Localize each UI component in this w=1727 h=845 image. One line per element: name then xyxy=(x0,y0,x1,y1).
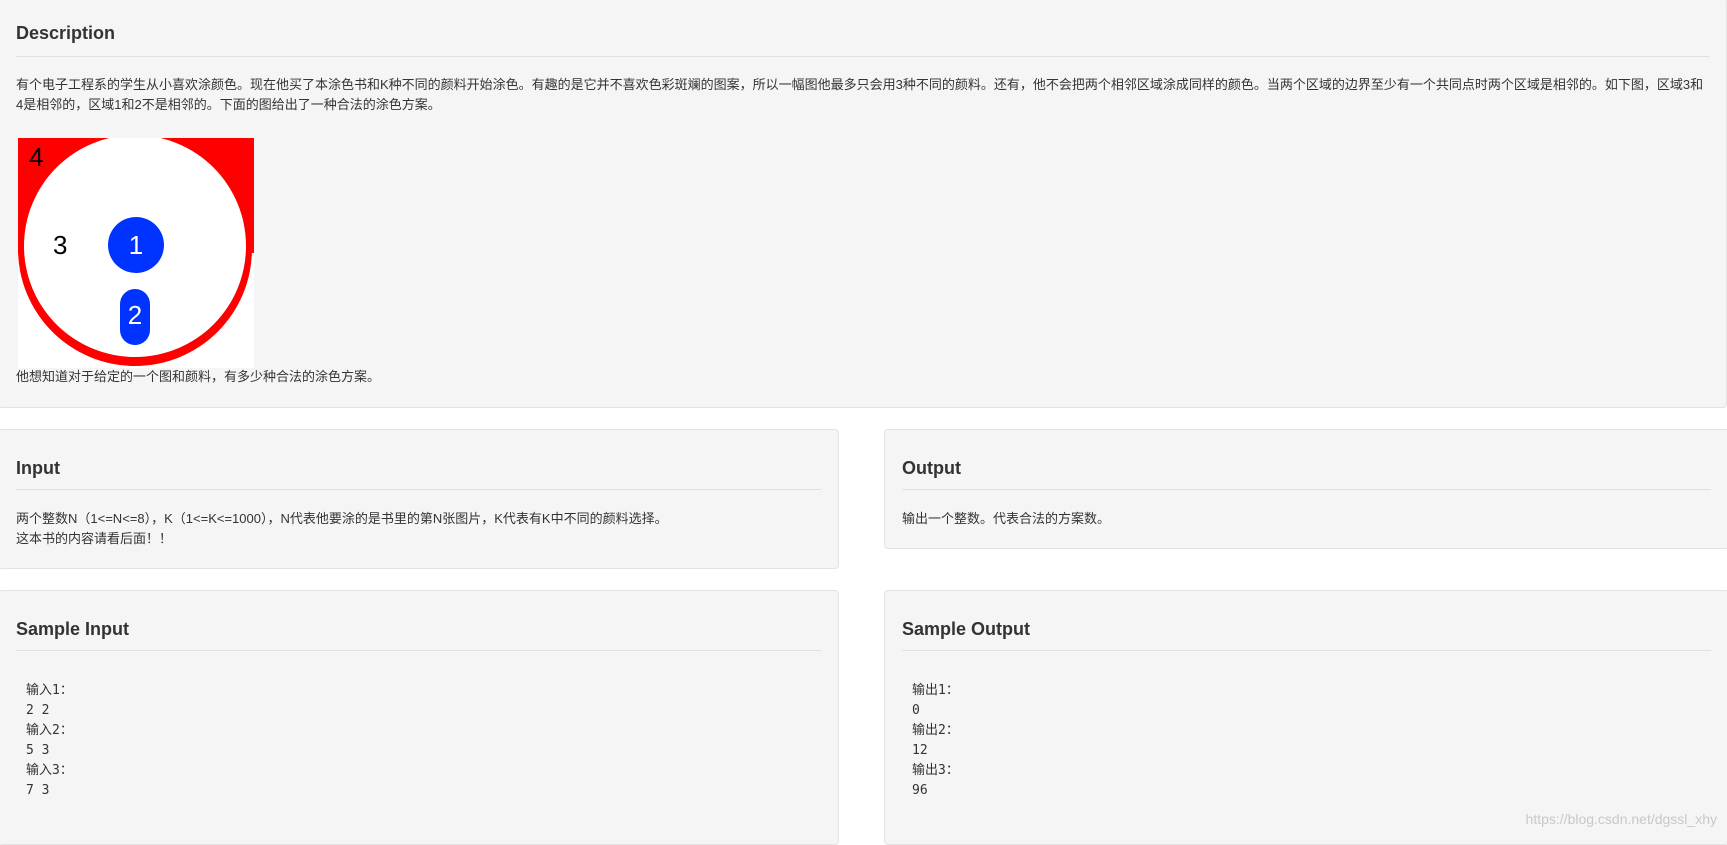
description-question: 他想知道对于给定的一个图和颜料，有多少种合法的涂色方案。 xyxy=(16,367,1709,387)
sample-input-line-5: 输入3： xyxy=(26,761,73,781)
sample-input-divider xyxy=(16,650,821,651)
sample-input-line-4: 5 3 xyxy=(26,741,49,761)
sample-output-line-4: 12 xyxy=(912,741,928,761)
sample-output-divider xyxy=(902,650,1711,651)
sample-output-line-5: 输出3： xyxy=(912,761,959,781)
figure-label-4: 4 xyxy=(29,142,43,172)
sample-input-line-3: 输入2： xyxy=(26,721,73,741)
description-title: Description xyxy=(16,23,115,44)
sample-output-line-2: 0 xyxy=(912,701,920,721)
coloring-figure: 4 3 1 2 xyxy=(18,138,254,368)
output-divider xyxy=(902,489,1711,490)
output-title: Output xyxy=(902,458,961,479)
sample-input-title: Sample Input xyxy=(16,619,129,640)
sample-output-line-3: 输出2： xyxy=(912,721,959,741)
input-line-1: 两个整数N（1<=N<=8），K（1<=K<=1000），N代表他要涂的是书里的… xyxy=(16,509,821,529)
input-line-2: 这本书的内容请看后面！！ xyxy=(16,529,821,549)
sample-output-title: Sample Output xyxy=(902,619,1030,640)
figure-label-1: 1 xyxy=(129,230,143,260)
sample-input-line-6: 7 3 xyxy=(26,781,49,801)
sample-input-line-2: 2 2 xyxy=(26,701,49,721)
sample-input-panel: Sample Input 输入1： 2 2 输入2： 5 3 输入3： 7 3 xyxy=(0,590,839,845)
input-panel: Input 两个整数N（1<=N<=8），K（1<=K<=1000），N代表他要… xyxy=(0,429,839,569)
description-text: 有个电子工程系的学生从小喜欢涂颜色。现在他买了本涂色书和K种不同的颜料开始涂色。… xyxy=(16,75,1706,115)
figure-label-3: 3 xyxy=(53,230,67,260)
sample-input-line-1: 输入1： xyxy=(26,681,73,701)
input-title: Input xyxy=(16,458,60,479)
output-text: 输出一个整数。代表合法的方案数。 xyxy=(902,509,1711,529)
sample-output-panel: Sample Output 输出1： 0 输出2： 12 输出3： 96 xyxy=(884,590,1727,845)
output-panel: Output 输出一个整数。代表合法的方案数。 xyxy=(884,429,1727,549)
input-divider xyxy=(16,489,821,490)
sample-output-line-1: 输出1： xyxy=(912,681,959,701)
figure-label-2: 2 xyxy=(128,300,142,330)
description-divider xyxy=(16,56,1709,57)
sample-output-line-6: 96 xyxy=(912,781,928,801)
description-panel: Description 有个电子工程系的学生从小喜欢涂颜色。现在他买了本涂色书和… xyxy=(0,0,1727,408)
watermark: https://blog.csdn.net/dgssl_xhy xyxy=(1526,811,1717,827)
